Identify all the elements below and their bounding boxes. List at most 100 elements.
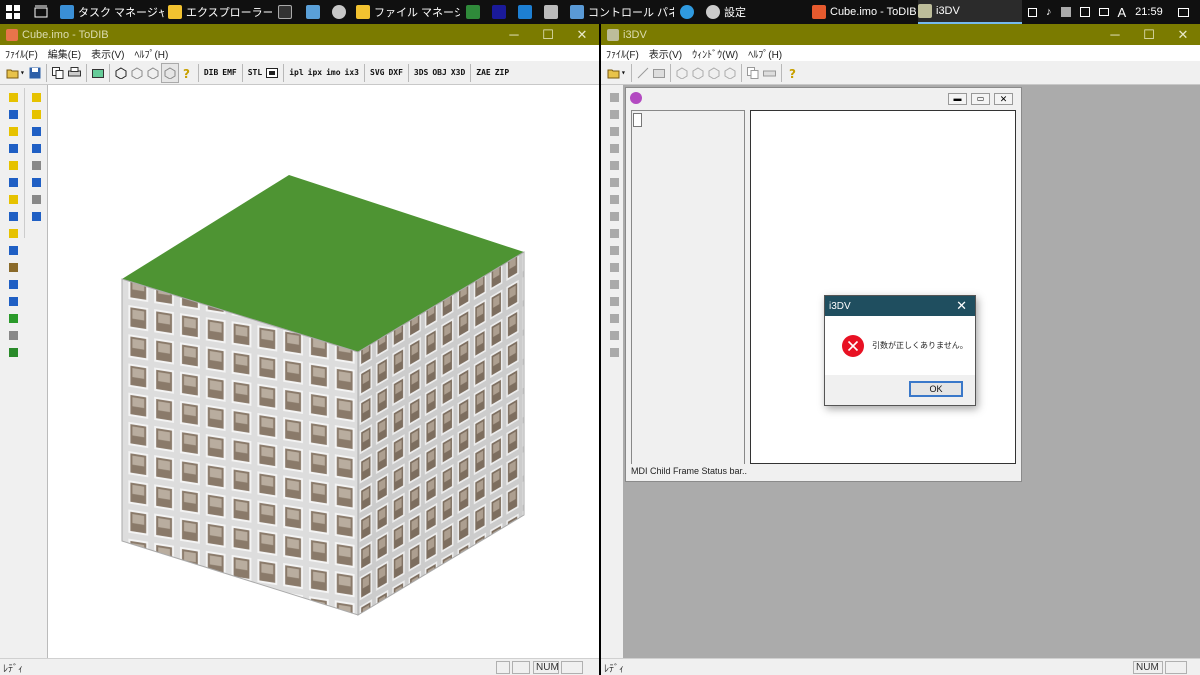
help-button[interactable]: ? [179,63,195,83]
axis-button[interactable] [28,89,44,105]
transform-button[interactable] [5,191,21,207]
taskbar-item-notepad[interactable] [306,0,326,24]
start-button[interactable] [6,0,22,24]
menu-view[interactable]: 表示(V) [644,46,687,61]
todib-canvas[interactable] [47,85,599,658]
menu-file[interactable]: ﾌｧｲﾙ(F) [0,46,43,61]
open-folder-button[interactable]: ▾ [4,63,27,83]
move-left-button[interactable] [606,327,622,343]
taskbar-item-cmd[interactable] [278,0,298,24]
security-icon[interactable] [1060,7,1071,17]
taskbar-item-i3dv[interactable]: i3DV [918,0,1022,24]
view-cube-4-button[interactable] [160,62,179,83]
stl-button[interactable]: STL [246,63,264,83]
close-button[interactable]: ✕ [565,24,599,45]
rotate-button[interactable] [606,259,622,275]
dialog-close-button[interactable]: ✕ [956,298,967,314]
action-center-icon[interactable] [1177,7,1189,17]
move-down-button[interactable] [606,106,622,122]
menu-view[interactable]: 表示(V) [86,46,129,61]
obj-button[interactable]: OBJ [430,63,448,83]
move-left-button[interactable] [5,123,21,139]
child-tree-pane[interactable] [631,110,745,464]
tree-item-box[interactable] [633,113,642,127]
taskbar-item-task-manager[interactable]: タスク マネージャー [60,0,164,24]
network-icon[interactable] [1079,7,1090,17]
move-right-button[interactable] [606,140,622,156]
task-view-button[interactable] [34,0,50,24]
stl-view-button[interactable] [264,63,280,83]
view-cube-1-button[interactable] [674,63,690,83]
3ds-button[interactable]: 3DS [412,63,430,83]
menu-help[interactable]: ﾍﾙﾌﾟ(H) [743,46,787,61]
x3d-button[interactable]: X3D [449,63,467,83]
ipx-button[interactable]: ipx [306,63,324,83]
zip-button[interactable]: ZIP [493,63,511,83]
scale-button[interactable] [606,276,622,292]
emf-button[interactable]: EMF [220,63,238,83]
axis-rotate-button[interactable] [28,106,44,122]
menu-file[interactable]: ﾌｧｲﾙ(F) [601,46,644,61]
move-down-button[interactable] [5,106,21,122]
child-restore-button[interactable]: ▭ [971,93,990,105]
scale-button[interactable] [5,293,21,309]
dib-button[interactable]: DIB [202,63,220,83]
axis-rotate-button[interactable] [28,208,44,224]
open-folder-button[interactable]: ▾ [605,63,628,83]
help-button[interactable]: ? [785,63,801,83]
move-up-button[interactable] [606,191,622,207]
view-cube-4-button[interactable] [722,63,738,83]
dxf-button[interactable]: DXF [386,63,404,83]
axis-flip-button[interactable] [28,123,44,139]
rotate-button[interactable] [5,276,21,292]
ok-button[interactable]: OK [909,381,963,397]
taskbar-item-app2[interactable] [492,0,508,24]
move-left-button[interactable] [606,123,622,139]
view-cube-2-button[interactable] [690,63,706,83]
move-left-button[interactable] [606,225,622,241]
save-button[interactable] [27,63,43,83]
copy-button[interactable] [50,63,66,83]
notification-box-icon[interactable] [1028,7,1037,17]
menu-edit[interactable]: 編集(E) [43,46,86,61]
print-button[interactable] [761,63,778,83]
move-down-button[interactable] [606,208,622,224]
ime-indicator[interactable]: A [1118,5,1127,20]
taskbar-item-file-manager[interactable]: ファイル マネージャー -... [356,0,460,24]
scale-button[interactable] [606,174,622,190]
copy-button[interactable] [745,63,761,83]
maximize-button[interactable]: ☐ [1132,24,1166,45]
axis-rotate-button[interactable] [28,157,44,173]
move-up-button[interactable] [606,89,622,105]
taskbar-item-todib[interactable]: Cube.imo - ToDIB [812,0,916,24]
taskbar-item-control-panel[interactable]: コントロール パネル¥... [570,0,674,24]
rotate-button[interactable] [5,157,21,173]
move-left-button[interactable] [5,242,21,258]
ipl-button[interactable]: ipl [287,63,305,83]
taskbar-item-edge[interactable] [680,0,696,24]
taskbar-item-app1[interactable] [466,0,482,24]
print-button[interactable] [66,63,83,83]
taskbar-item-settings[interactable]: 設定 [706,0,802,24]
move-right-button[interactable] [5,140,21,156]
view-cube-1-button[interactable] [113,63,129,83]
move-down-button[interactable] [606,310,622,326]
move-down-button[interactable] [5,225,21,241]
transform-button[interactable] [5,310,21,326]
child-minimize-button[interactable]: ▬ [948,93,967,105]
taskbar-item-app3[interactable] [518,0,534,24]
rotate-button[interactable] [606,157,622,173]
axis-button[interactable] [28,191,44,207]
menu-window[interactable]: ｳｨﾝﾄﾞｳ(W) [687,46,743,61]
move-right-button[interactable] [606,344,622,360]
scale-button[interactable] [5,174,21,190]
capture-button[interactable] [90,63,106,83]
move-up-button[interactable] [606,293,622,309]
axis-button[interactable] [28,140,44,156]
taskbar-item-app4[interactable] [544,0,560,24]
clock[interactable]: 21:59 [1135,6,1163,18]
taskbar-item-explorer[interactable]: エクスプローラー [168,0,272,24]
minimize-button[interactable]: ─ [497,24,531,45]
maximize-button[interactable]: ☐ [531,24,565,45]
move-down-button[interactable] [5,344,21,360]
